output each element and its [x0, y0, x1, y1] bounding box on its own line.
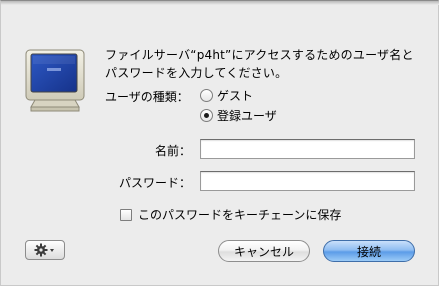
sheet-top-shadow	[1, 1, 439, 5]
radio-guest-button[interactable]	[200, 89, 213, 102]
user-type-label: ユーザの種類：	[105, 90, 189, 104]
radio-guest-label: ゲスト	[217, 89, 254, 103]
password-label: パスワード：	[118, 176, 191, 190]
gear-icon	[34, 243, 54, 257]
keychain-option[interactable]: このパスワードをキーチェーンに保存	[120, 206, 341, 223]
radio-guest[interactable]: ゲスト	[200, 87, 253, 104]
prompt-text: ファイルサーバ“p4ht”にアクセスするためのユーザ名とパスワードを入力してくだ…	[105, 48, 414, 80]
name-label: 名前：	[154, 144, 191, 158]
cancel-button[interactable]: キャンセル	[218, 240, 310, 262]
keychain-label: このパスワードをキーチェーンに保存	[138, 208, 342, 222]
radio-registered-user[interactable]: 登録ユーザ	[200, 107, 277, 124]
action-menu-button[interactable]	[25, 240, 65, 260]
connect-dialog: ファイルサーバ“p4ht”にアクセスするためのユーザ名とパスワードを入力してくだ…	[0, 0, 439, 286]
chevron-down-icon	[50, 249, 54, 252]
radio-registered-user-label: 登録ユーザ	[217, 109, 277, 123]
password-field[interactable]	[200, 171, 415, 191]
radio-registered-user-button[interactable]	[200, 109, 213, 122]
name-field[interactable]	[200, 139, 415, 159]
monitor-icon	[25, 49, 85, 112]
keychain-checkbox[interactable]	[120, 208, 132, 221]
connect-button[interactable]: 接続	[323, 240, 415, 262]
